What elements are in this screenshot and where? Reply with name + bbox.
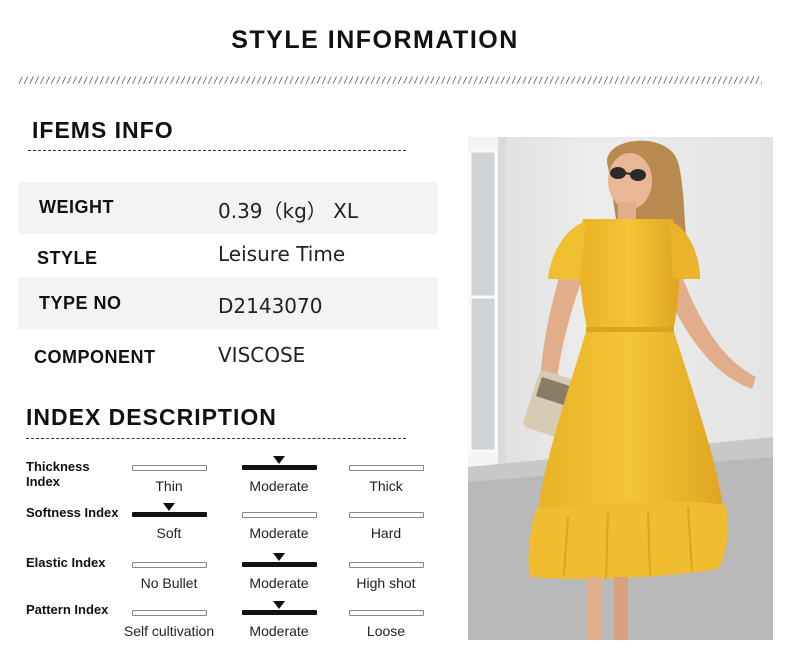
info-row-type-no: TYPE NO D2143070 (18, 277, 438, 329)
index-option: Hard (370, 525, 402, 541)
index-option: Moderate (249, 478, 309, 494)
scale-bar (132, 562, 207, 568)
index-option: Thin (155, 478, 183, 494)
index-option: No Bullet (140, 575, 198, 591)
scale-bar (349, 465, 424, 471)
items-info-title: IFEMS INFO (32, 117, 174, 143)
scale-bar-selected (242, 562, 317, 567)
selected-marker-icon (163, 503, 175, 511)
index-option: Loose (366, 623, 406, 639)
info-key: COMPONENT (34, 347, 156, 367)
scale-bar-selected (132, 512, 207, 517)
info-row-weight: WEIGHT 0.39（kg） XL (18, 182, 438, 234)
scale-bar (349, 512, 424, 518)
selected-marker-icon (273, 456, 285, 464)
index-option: Soft (156, 525, 182, 541)
selected-marker-icon (273, 601, 285, 609)
items-info-divider (28, 150, 406, 151)
scale-bar (349, 610, 424, 616)
scale-bar-selected (242, 465, 317, 470)
index-description-divider (26, 438, 406, 439)
index-option: Thick (369, 478, 403, 494)
scale-bar (349, 562, 424, 568)
index-label: Pattern Index (26, 602, 109, 617)
info-value: D2143070 (218, 294, 323, 318)
model-illustration (468, 137, 773, 640)
info-key: WEIGHT (39, 197, 114, 217)
info-value: 0.39（kg） XL (218, 199, 359, 223)
index-option: Moderate (249, 525, 309, 541)
index-option: Moderate (249, 575, 309, 591)
index-label: Elastic Index (26, 555, 106, 570)
index-label: Softness Index (26, 505, 119, 520)
info-value: Leisure Time (218, 242, 346, 266)
selected-marker-icon (273, 553, 285, 561)
info-key: STYLE (37, 248, 98, 268)
scale-bar-selected (242, 610, 317, 615)
index-option: Self cultivation (123, 623, 215, 639)
index-label: Thickness Index (26, 459, 90, 489)
info-value: VISCOSE (218, 343, 306, 367)
page-title: STYLE INFORMATION (231, 26, 519, 54)
scale-bar (242, 512, 317, 518)
index-option: High shot (356, 575, 416, 591)
product-photo (468, 137, 773, 640)
scale-bar (132, 465, 207, 471)
scale-bar (132, 610, 207, 616)
info-key: TYPE NO (39, 293, 122, 313)
slash-divider: ////////////////////////////////////////… (18, 76, 762, 86)
index-description-title: INDEX DESCRIPTION (26, 404, 277, 430)
info-row-component: COMPONENT VISCOSE (18, 330, 438, 382)
index-option: Moderate (249, 623, 309, 639)
